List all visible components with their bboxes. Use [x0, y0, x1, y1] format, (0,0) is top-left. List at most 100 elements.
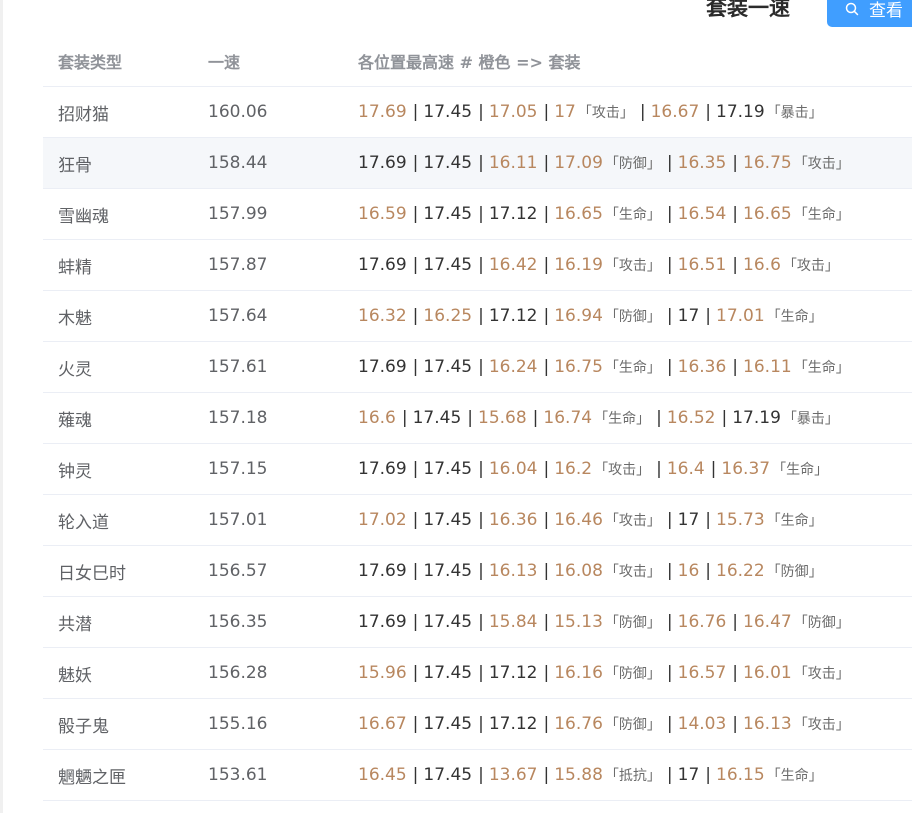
separator: |	[705, 561, 711, 581]
separator: |	[656, 459, 662, 479]
separator: |	[478, 459, 484, 479]
slot-speed-value: 17.19	[732, 408, 781, 428]
slot-speeds-cell: 17.69 | 17.45 | 16.24 | 16.75 「生命」 | 16.36 | 16.11 「…	[343, 357, 912, 377]
main-stat-tag: 「生命」	[604, 207, 661, 223]
table-row[interactable]: 魅妖 156.28 15.96 | 17.45 | 17.12 | 16.16 「防御」 | 16.5…	[43, 648, 912, 699]
separator: |	[543, 612, 550, 632]
separator: |	[666, 561, 673, 581]
table-row[interactable]: 钟灵 157.15 17.69 | 17.45 | 16.04 | 16.2 「攻击」 | 16.4 |…	[43, 444, 912, 495]
separator: |	[478, 306, 484, 326]
table-row[interactable]: 火灵 157.61 17.69 | 17.45 | 16.24 | 16.75 「生命」 | 16.3…	[43, 342, 912, 393]
column-header-slot-speeds[interactable]: 各位置最高速 # 橙色 => 套装	[343, 49, 912, 73]
separator: |	[478, 714, 484, 734]
slot-speed-value: 15.13	[554, 612, 603, 632]
slot-speed-value: 15.96	[358, 663, 407, 683]
slot-speed-value: 16.08	[554, 561, 603, 581]
slot-speed-value: 16.52	[666, 408, 716, 428]
separator: |	[732, 255, 739, 275]
main-stat-tag: 「生命」	[766, 768, 823, 784]
slot-speed-value: 17.12	[488, 714, 538, 734]
slot-speed-value: 17.02	[358, 510, 407, 530]
separator: |	[543, 357, 550, 377]
slot-speed-value: 16.42	[488, 255, 538, 275]
main-stat-tag: 「防御」	[793, 615, 850, 631]
table-row[interactable]: 木魅 157.64 16.32 | 16.25 | 17.12 | 16.94 「防御」 | 17 | 1…	[43, 291, 912, 342]
speed-cell: 157.64	[208, 306, 268, 326]
table-row[interactable]: 雪幽魂 157.99 16.59 | 17.45 | 17.12 | 16.65 「生命」 | 16.…	[43, 189, 912, 240]
speed-cell: 156.28	[208, 663, 268, 683]
set-type-cell: 日女巳时	[58, 563, 126, 584]
separator: |	[705, 102, 711, 122]
main-stat-tag: 「生命」	[604, 360, 661, 376]
separator: |	[666, 153, 673, 173]
slot-speeds-cell: 17.69 | 17.45 | 16.42 | 16.19 「攻击」 | 16.51 | 16.6 「攻…	[343, 255, 912, 275]
table-row[interactable]: 骰子鬼 155.16 16.67 | 17.45 | 17.12 | 16.76 「防御」 | 14.…	[43, 699, 912, 750]
main-stat-tag: 「暴击」	[782, 411, 839, 427]
slot-speed-value: 16.13	[743, 714, 792, 734]
table-row[interactable]: 蚌精 157.87 17.69 | 17.45 | 16.42 | 16.19 「攻击」 | 16.5…	[43, 240, 912, 291]
slot-speed-value: 17.45	[423, 663, 473, 683]
slot-speeds-cell: 17.69 | 17.45 | 17.05 | 17 「攻击」 | 16.67 | 17.19 「暴击」	[343, 102, 912, 122]
speed-cell: 156.35	[208, 612, 268, 632]
separator: |	[732, 204, 739, 224]
table-header: 套装类型 一速 各位置最高速 # 橙色 => 套装	[43, 36, 912, 87]
slot-speeds-cell: 15.96 | 17.45 | 17.12 | 16.16 「防御」 | 16.57 | 16.01 「…	[343, 663, 912, 683]
main-stat-tag: 「攻击」	[782, 258, 839, 274]
main-stat-tag: 「攻击」	[594, 462, 651, 478]
separator: |	[478, 255, 484, 275]
speed-cell: 158.44	[208, 153, 268, 173]
table-row[interactable]: 薙魂 157.18 16.6 | 17.45 | 15.68 | 16.74 「生命」 | 16.52…	[43, 393, 912, 444]
slot-speed-value: 17.45	[423, 510, 473, 530]
slot-speed-value: 17.69	[358, 561, 407, 581]
slot-speed-value: 17.12	[488, 663, 538, 683]
main-stat-tag: 「防御」	[604, 666, 661, 682]
slot-speed-value: 17.01	[716, 306, 765, 326]
table-row[interactable]: 魍魉之匣 153.61 16.45 | 17.45 | 13.67 | 15.88 「抵抗」 | 17…	[43, 750, 912, 801]
left-rail	[0, 0, 3, 813]
speed-cell: 157.01	[208, 510, 268, 530]
separator: |	[478, 153, 484, 173]
slot-speed-value: 16.51	[677, 255, 727, 275]
slot-speed-value: 17	[677, 765, 700, 785]
slot-speed-value: 17.05	[488, 102, 538, 122]
slot-speed-value: 16.76	[677, 612, 727, 632]
separator: |	[710, 459, 717, 479]
slot-speed-value: 16.2	[554, 459, 593, 479]
slot-speed-value: 16.15	[716, 765, 765, 785]
table-row[interactable]: 日女巳时 156.57 17.69 | 17.45 | 16.13 | 16.08 「攻击」 | 16…	[43, 546, 912, 597]
separator: |	[543, 561, 550, 581]
slot-speed-value: 16.11	[743, 357, 792, 377]
separator: |	[721, 408, 728, 428]
speed-cell: 156.57	[208, 561, 268, 581]
slot-speed-value: 16.67	[650, 102, 700, 122]
page: 套装一速 查看 套装类型 一速 各位置最高速 # 橙色 => 套装 招财猫 160…	[0, 0, 912, 813]
set-type-cell: 骰子鬼	[58, 716, 109, 737]
separator: |	[656, 408, 662, 428]
separator: |	[732, 663, 739, 683]
table-row[interactable]: 招财猫 160.06 17.69 | 17.45 | 17.05 | 17 「攻击」 | 16.67 |…	[43, 87, 912, 138]
set-type-cell: 蚌精	[58, 257, 92, 278]
speed-cell: 157.87	[208, 255, 268, 275]
view-button-label: 查看	[869, 1, 903, 21]
speed-cell: 155.16	[208, 714, 268, 734]
main-stat-tag: 「生命」	[793, 360, 850, 376]
main-stat-tag: 「防御」	[604, 156, 661, 172]
separator: |	[412, 204, 419, 224]
slot-speed-value: 17.45	[423, 102, 473, 122]
column-header-set-type[interactable]: 套装类型	[43, 49, 193, 73]
slot-speeds-cell: 16.45 | 17.45 | 13.67 | 15.88 「抵抗」 | 17 | 16.15 「生命」	[343, 765, 912, 785]
separator: |	[543, 459, 550, 479]
slot-speed-value: 16.32	[358, 306, 407, 326]
view-button[interactable]: 查看	[827, 0, 912, 27]
separator: |	[543, 663, 550, 683]
table-row[interactable]: 轮入道 157.01 17.02 | 17.45 | 16.36 | 16.46 「攻击」 | 17 |…	[43, 495, 912, 546]
table-row[interactable]: 共潜 156.35 17.69 | 17.45 | 15.84 | 15.13 「防御」 | 16.7…	[43, 597, 912, 648]
slot-speed-value: 15.88	[554, 765, 603, 785]
column-header-speed[interactable]: 一速	[193, 49, 343, 73]
slot-speed-value: 17	[677, 510, 700, 530]
separator: |	[543, 510, 550, 530]
separator: |	[412, 306, 419, 326]
slot-speed-value: 16.22	[716, 561, 765, 581]
table-row[interactable]: 狂骨 158.44 17.69 | 17.45 | 16.11 | 17.09 「防御」 | 16.3…	[43, 138, 912, 189]
slot-speed-value: 17.69	[358, 102, 407, 122]
